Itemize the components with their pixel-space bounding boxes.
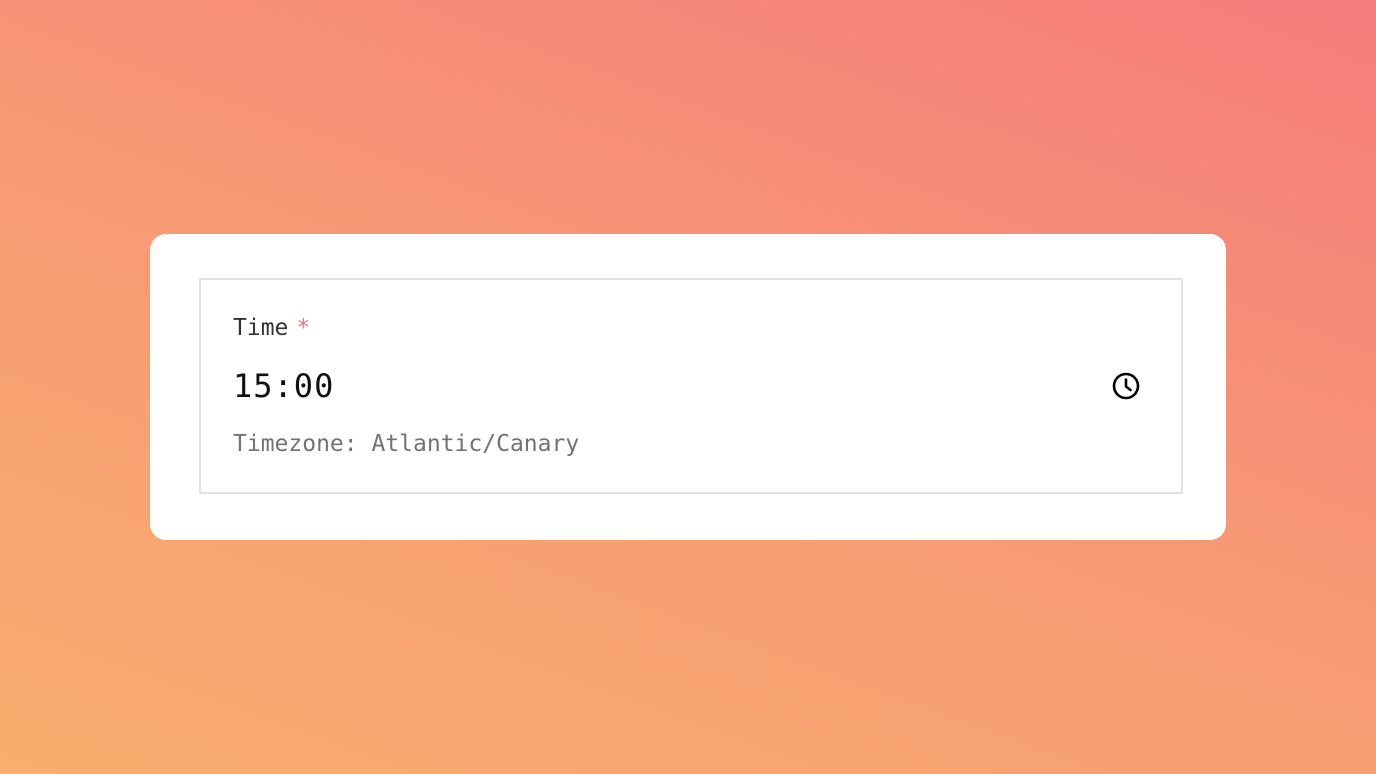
- clock-button[interactable]: [1109, 369, 1143, 403]
- required-marker: *: [296, 315, 311, 341]
- clock-icon: [1112, 372, 1140, 400]
- time-field: Time * Timezone: Atlantic/Canary: [199, 278, 1183, 494]
- time-card: Time * Timezone: Atlantic/Canary: [150, 234, 1226, 540]
- time-input[interactable]: [233, 364, 1083, 408]
- timezone-hint: Timezone: Atlantic/Canary: [233, 431, 580, 457]
- time-label-row: Time *: [233, 314, 310, 342]
- time-label: Time: [233, 315, 289, 341]
